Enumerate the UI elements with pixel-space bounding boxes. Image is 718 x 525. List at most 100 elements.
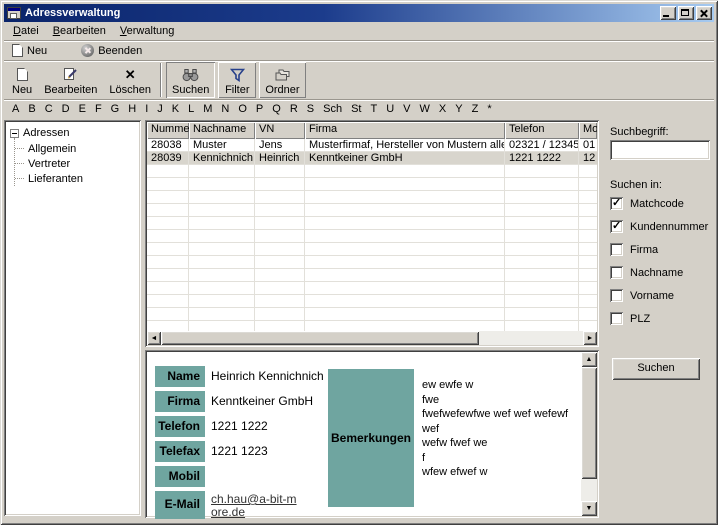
table-row[interactable]: 28039 Kennichnich Heinrich Kenntkeiner G… xyxy=(147,152,597,165)
table-horizontal-scrollbar[interactable]: ◄ ► xyxy=(147,331,597,345)
alphabet-letter[interactable]: B xyxy=(28,103,35,115)
search-checkbox[interactable]: PLZ xyxy=(610,312,708,325)
app-window: Adressverwaltung DateiBearbeitenVerwaltu… xyxy=(0,0,718,525)
toolbar-main: Neu Bearbeiten ✕ Löschen Suchen Filter xyxy=(4,60,714,99)
alphabet-letter[interactable]: S xyxy=(307,103,314,115)
search-button[interactable]: Suchen xyxy=(612,358,700,380)
alphabet-bar: ABCDEFGHIJKLMNOPQRS Sch St TUVWXYZ * xyxy=(4,99,714,118)
alphabet-letter[interactable]: Y xyxy=(455,103,462,115)
checkbox-icon[interactable] xyxy=(610,289,623,302)
bemerkungen-line: f xyxy=(422,451,568,466)
alphabet-letter[interactable]: D xyxy=(62,103,70,115)
scroll-right-icon[interactable]: ► xyxy=(583,331,597,345)
alphabet-letter[interactable]: G xyxy=(111,103,120,115)
alphabet-letter[interactable]: K xyxy=(172,103,179,115)
menu-item[interactable]: Bearbeiten xyxy=(46,23,113,39)
alphabet-letter[interactable]: E xyxy=(79,103,86,115)
alphabet-letter[interactable]: Z xyxy=(472,103,479,115)
alphabet-letter[interactable]: Sch xyxy=(323,103,342,115)
alphabet-letter[interactable]: V xyxy=(403,103,410,115)
alphabet-letter[interactable]: W xyxy=(420,103,430,115)
menu-item[interactable]: Verwaltung xyxy=(113,23,181,39)
toolbar-quit-button[interactable]: Beenden xyxy=(77,43,146,58)
filter-button[interactable]: Filter xyxy=(218,62,256,98)
bemerkungen-line: wfew efwef w xyxy=(422,465,568,480)
search-checkbox[interactable]: Matchcode xyxy=(610,197,708,210)
folders-icon xyxy=(274,66,290,83)
folder-button[interactable]: Ordner xyxy=(259,62,305,98)
minimize-icon xyxy=(663,15,669,17)
alphabet-letter[interactable]: M xyxy=(203,103,212,115)
detail-field-value: Kenntkeiner GmbH xyxy=(211,391,313,412)
bemerkungen-line: wefw fwef we xyxy=(422,436,568,451)
alphabet-letter[interactable]: L xyxy=(188,103,194,115)
alphabet-letter[interactable]: A xyxy=(12,103,19,115)
search-checkbox[interactable]: Firma xyxy=(610,243,708,256)
edit-button[interactable]: Bearbeiten xyxy=(38,62,103,98)
detail-field: Mobil xyxy=(155,466,324,487)
alphabet-letter[interactable]: * xyxy=(487,103,491,115)
tree-item[interactable]: Vertreter xyxy=(10,156,139,171)
scroll-up-icon[interactable]: ▲ xyxy=(581,352,597,367)
detail-vertical-scrollbar[interactable]: ▲ ▼ xyxy=(581,352,597,516)
search-checkbox[interactable]: Nachname xyxy=(610,266,708,279)
menu-item[interactable]: Datei xyxy=(6,23,46,39)
delete-button[interactable]: ✕ Löschen xyxy=(103,62,157,98)
alphabet-letter[interactable]: O xyxy=(238,103,247,115)
alphabet-letter[interactable]: X xyxy=(439,103,446,115)
new-button[interactable]: Neu xyxy=(6,62,38,98)
scroll-down-icon[interactable]: ▼ xyxy=(581,501,597,516)
detail-field: Telefax 1221 1223 xyxy=(155,441,324,462)
binoculars-icon xyxy=(182,66,199,83)
scroll-left-icon[interactable]: ◄ xyxy=(147,331,161,345)
toolbar-top: Neu Beenden xyxy=(4,40,714,60)
tree-collapse-icon[interactable] xyxy=(10,129,19,138)
close-button[interactable] xyxy=(696,6,712,20)
alphabet-letter[interactable]: N xyxy=(221,103,229,115)
column-header-vn[interactable]: VN xyxy=(255,122,305,139)
toolbar-new-button[interactable]: Neu xyxy=(8,43,51,58)
minimize-button[interactable] xyxy=(660,6,676,20)
maximize-button[interactable] xyxy=(678,6,694,20)
tree-root-adressen[interactable]: Adressen xyxy=(10,125,139,141)
address-table: Nummer Nachname VN Firma Telefon Mo 2803… xyxy=(145,120,599,347)
tree-item[interactable]: Allgemein xyxy=(10,141,139,156)
checkbox-icon[interactable] xyxy=(610,266,623,279)
search-checkbox[interactable]: Kundennummer xyxy=(610,220,708,233)
alphabet-letter[interactable]: Q xyxy=(272,103,281,115)
filter-funnel-icon xyxy=(230,66,245,83)
bemerkungen-line: ew ewfe w xyxy=(422,378,568,393)
alphabet-letter[interactable]: P xyxy=(256,103,263,115)
detail-field-value: 1221 1222 xyxy=(211,416,268,437)
alphabet-letter[interactable]: U xyxy=(386,103,394,115)
checkbox-icon[interactable] xyxy=(610,312,623,325)
alphabet-letter[interactable]: I xyxy=(145,103,148,115)
alphabet-letter[interactable]: R xyxy=(290,103,298,115)
column-header-nachname[interactable]: Nachname xyxy=(189,122,255,139)
search-checkbox[interactable]: Vorname xyxy=(610,289,708,302)
checkbox-icon[interactable] xyxy=(610,197,623,210)
checkbox-icon[interactable] xyxy=(610,243,623,256)
detail-field: E-Mail ch.hau@a-bit-more.de xyxy=(155,491,324,519)
column-header-mobil[interactable]: Mo xyxy=(579,122,597,139)
app-icon xyxy=(7,7,21,19)
column-header-nummer[interactable]: Nummer xyxy=(147,122,189,139)
search-panel: Suchbegriff: Suchen in: Matchcode Kunden… xyxy=(602,118,714,521)
column-header-firma[interactable]: Firma xyxy=(305,122,505,139)
search-input[interactable] xyxy=(610,140,710,160)
alphabet-letter[interactable]: F xyxy=(95,103,102,115)
checkbox-icon[interactable] xyxy=(610,220,623,233)
column-header-telefon[interactable]: Telefon xyxy=(505,122,579,139)
tree-item[interactable]: Lieferanten xyxy=(10,171,139,186)
alphabet-letter[interactable]: C xyxy=(45,103,53,115)
detail-field-label: Telefax xyxy=(155,441,205,462)
alphabet-letter[interactable]: T xyxy=(370,103,377,115)
table-row[interactable]: 28038 Muster Jens Musterfirmaf, Herstell… xyxy=(147,139,597,152)
alphabet-letter[interactable]: J xyxy=(157,103,163,115)
detail-field: Firma Kenntkeiner GmbH xyxy=(155,391,324,412)
search-toggle-button[interactable]: Suchen xyxy=(166,62,215,98)
scrollbar-thumb[interactable] xyxy=(161,331,479,345)
alphabet-letter[interactable]: H xyxy=(128,103,136,115)
alphabet-letter[interactable]: St xyxy=(351,103,361,115)
scrollbar-thumb[interactable] xyxy=(581,367,597,479)
